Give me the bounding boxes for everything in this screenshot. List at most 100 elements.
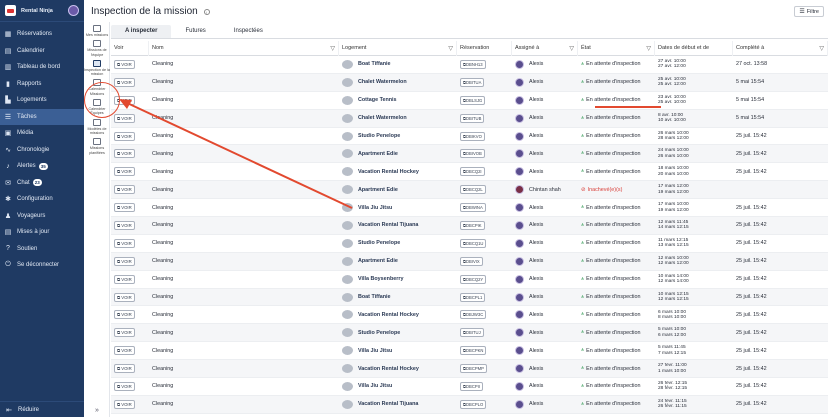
table-row[interactable]: ⧉ VOIR Cleaning Apartment Edie ⧉ DBCQ2L Chinta… [111, 181, 828, 200]
table-row[interactable]: ⧉ VOIR Cleaning Villa Jiu Jitsu ⧉ DBCPKN Alexi… [111, 342, 828, 361]
sidebar-item-voyageurs[interactable]: ♟ Voyageurs [0, 208, 84, 225]
subnav-item-0[interactable]: Mes missions [84, 22, 110, 37]
view-button[interactable]: ⧉ VOIR [114, 149, 135, 159]
view-button[interactable]: ⧉ VOIR [114, 113, 135, 123]
view-button[interactable]: ⧉ VOIR [114, 238, 135, 248]
tab-1[interactable]: Futures [171, 25, 219, 38]
property-link[interactable]: Studio Penelope [358, 240, 400, 246]
table-row[interactable]: ⧉ VOIR Cleaning Vacation Rental Tijuana ⧉ DBC… [111, 217, 828, 235]
view-button[interactable]: ⧉ VOIR [114, 292, 135, 302]
table-row[interactable]: ⧉ VOIR Cleaning Apartment Edie ⧉ DBIVOB Alexis… [111, 145, 828, 164]
sidebar-item-chronologie[interactable]: ∿ Chronologie [0, 142, 84, 159]
reservation-link[interactable]: ⧉ DBITUA [460, 77, 485, 87]
reservation-link[interactable]: ⧉ DBCPL1 [460, 292, 486, 302]
sidebar-item-media[interactable]: ▣ Média [0, 125, 84, 142]
sidebar-item-tableau-de-bord[interactable]: ▥ Tableau de bord [0, 59, 84, 76]
filter-funnel-icon[interactable]: ▽ [819, 45, 824, 52]
property-link[interactable]: Vacation Rental Tijuana [358, 222, 418, 228]
reservation-link[interactable]: ⧉ DBLSJG [460, 95, 486, 105]
table-row[interactable]: ⧉ VOIR Cleaning Villa Jiu Jitsu ⧉ DBWINA Alexi… [111, 199, 828, 218]
reservation-link[interactable]: ⧉ DBCPIK [460, 220, 485, 230]
reservation-link[interactable]: ⧉ DBCQ1U [460, 238, 487, 248]
table-row[interactable]: ⧉ VOIR Cleaning Chalet Watermelon ⧉ DBITUB Ale… [111, 109, 828, 128]
reservation-link[interactable]: ⧉ DBCPII [460, 381, 483, 391]
filter-funnel-icon[interactable]: ▽ [569, 45, 574, 52]
table-row[interactable]: ⧉ VOIR Cleaning Studio Penelope ⧉ DBCQ1U Alexi… [111, 235, 828, 253]
column-header[interactable]: Voir [111, 40, 149, 56]
view-button[interactable]: ⧉ VOIR [114, 59, 135, 69]
reservation-link[interactable]: ⧉ DBIKVO [460, 131, 485, 141]
view-button[interactable]: ⧉ VOIR [114, 364, 135, 374]
table-row[interactable]: ⧉ VOIR Cleaning Vacation Rental Hockey ⧉ DBJW… [111, 306, 828, 325]
table-row[interactable]: ⧉ VOIR Cleaning Villa Jiu Jitsu ⧉ DBCPII Alexi… [111, 378, 828, 396]
sidebar-item-taches[interactable]: ☰ Tâches [0, 108, 84, 125]
view-button[interactable]: ⧉ VOIR [114, 220, 135, 230]
column-header[interactable]: Assigné à ▽ [512, 40, 578, 56]
view-button[interactable]: ⧉ VOIR [114, 346, 135, 356]
reservation-link[interactable]: ⧉ DBITUB [460, 113, 485, 123]
filter-button[interactable]: ☰ Filtre [794, 6, 824, 17]
column-header[interactable]: Dates de début et de [655, 40, 733, 56]
property-link[interactable]: Vacation Rental Hockey [358, 312, 419, 318]
reservation-link[interactable]: ⧉ DBCQ2Y [460, 274, 487, 284]
tab-2[interactable]: Inspectées [220, 25, 277, 38]
table-row[interactable]: ⧉ VOIR Cleaning Studio Penelope ⧉ DBIKVO Alexi… [111, 128, 828, 146]
tab-0[interactable]: A inspecter [111, 25, 172, 38]
subnav-item-6[interactable]: Missions planifiées [84, 135, 110, 155]
table-row[interactable]: ⧉ VOIR Cleaning Villa Boysenberry ⧉ DBCQ2Y Ale… [111, 271, 828, 289]
property-link[interactable]: Vacation Rental Tijuana [358, 401, 418, 407]
reservation-link[interactable]: ⧉ DBCPMP [460, 364, 487, 374]
collapse-sidebar-button[interactable]: ⇤ Réduire [0, 401, 84, 417]
reservation-link[interactable]: ⧉ DBITUJ [460, 328, 484, 338]
view-button[interactable]: ⧉ VOIR [114, 274, 135, 284]
reservation-link[interactable]: ⧉ DBCPKN [460, 346, 487, 356]
subnav-item-2[interactable]: Inspection de la mission [84, 57, 110, 77]
property-link[interactable]: Apartment Edie [358, 151, 398, 157]
view-button[interactable]: ⧉ VOIR [114, 399, 135, 409]
table-row[interactable]: ⧉ VOIR Cleaning Chalet Watermelon ⧉ DBITUA Ale… [111, 73, 828, 92]
sidebar-item-rapports[interactable]: ▮ Rapports [0, 76, 84, 93]
reservation-link[interactable]: ⧉ DBWINA [460, 203, 486, 213]
view-button[interactable]: ⧉ VOIR [114, 256, 135, 266]
info-icon[interactable]: i [203, 8, 210, 15]
sidebar-item-mises-a-jour[interactable]: ▤ Mises à jour [0, 224, 84, 241]
sidebar-item-alertes[interactable]: ♪ Alertes 35 [0, 158, 84, 175]
sidebar-item-configuration[interactable]: ✱ Configuration [0, 191, 84, 208]
filter-funnel-icon[interactable]: ▽ [330, 45, 335, 52]
column-header[interactable]: Logement ▽ [339, 40, 457, 56]
property-link[interactable]: Villa Jiu Jitsu [358, 348, 392, 354]
property-link[interactable]: Boat Tiffanie [358, 294, 391, 300]
property-link[interactable]: Studio Penelope [358, 133, 400, 139]
property-link[interactable]: Apartment Edie [358, 258, 398, 264]
filter-funnel-icon[interactable]: ▽ [646, 45, 651, 52]
reservation-link[interactable]: ⧉ DBCQ2L [460, 185, 486, 195]
sidebar-item-calendrier[interactable]: ▤ Calendrier [0, 43, 84, 60]
table-row[interactable]: ⧉ VOIR Cleaning Apartment Edie ⧉ DBIVIX Alexis… [111, 252, 828, 271]
property-link[interactable]: Studio Penelope [358, 330, 400, 336]
expand-subnav-button[interactable]: » [84, 407, 110, 414]
property-link[interactable]: Villa Boysenberry [358, 276, 403, 282]
reservation-link[interactable]: ⧉ DBIVOB [460, 149, 485, 159]
column-header[interactable]: État ▽ [578, 40, 655, 56]
filter-funnel-icon[interactable]: ▽ [448, 45, 453, 52]
subnav-item-1[interactable]: Missions de l'équipe [84, 37, 110, 57]
column-header[interactable]: Nom ▽ [149, 40, 339, 56]
table-row[interactable]: ⧉ VOIR Cleaning Studio Penelope ⧉ DBITUJ Alexi… [111, 324, 828, 343]
sidebar-item-reservations[interactable]: ▦ Réservations [0, 26, 84, 43]
reservation-link[interactable]: ⧉ DBJW3C [460, 310, 487, 320]
view-button[interactable]: ⧉ VOIR [114, 167, 135, 177]
reservation-link[interactable]: ⧉ DBCPLO [460, 399, 487, 409]
view-button[interactable]: ⧉ VOIR [114, 131, 135, 141]
reservation-link[interactable]: ⧉ DBNH13 [460, 59, 486, 69]
table-row[interactable]: ⧉ VOIR Cleaning Boat Tiffanie ⧉ DBNH13 Alexis ⩚… [111, 56, 828, 74]
sidebar-item-soutien[interactable]: ? Soutien [0, 241, 84, 258]
property-link[interactable]: Chalet Watermelon [358, 79, 407, 85]
table-row[interactable]: ⧉ VOIR Cleaning Vacation Rental Hockey ⧉ DBCP… [111, 360, 828, 379]
view-button[interactable]: ⧉ VOIR [114, 310, 135, 320]
view-button[interactable]: ⧉ VOIR [114, 381, 135, 391]
view-button[interactable]: ⧉ VOIR [114, 77, 135, 87]
property-link[interactable]: Chalet Watermelon [358, 115, 407, 121]
property-link[interactable]: Apartment Edie [358, 187, 398, 193]
table-row[interactable]: ⧉ VOIR Cleaning Boat Tiffanie ⧉ DBCPL1 Alexis ⩚… [111, 288, 828, 307]
sidebar-item-logements[interactable]: ▙ Logements [0, 92, 84, 109]
